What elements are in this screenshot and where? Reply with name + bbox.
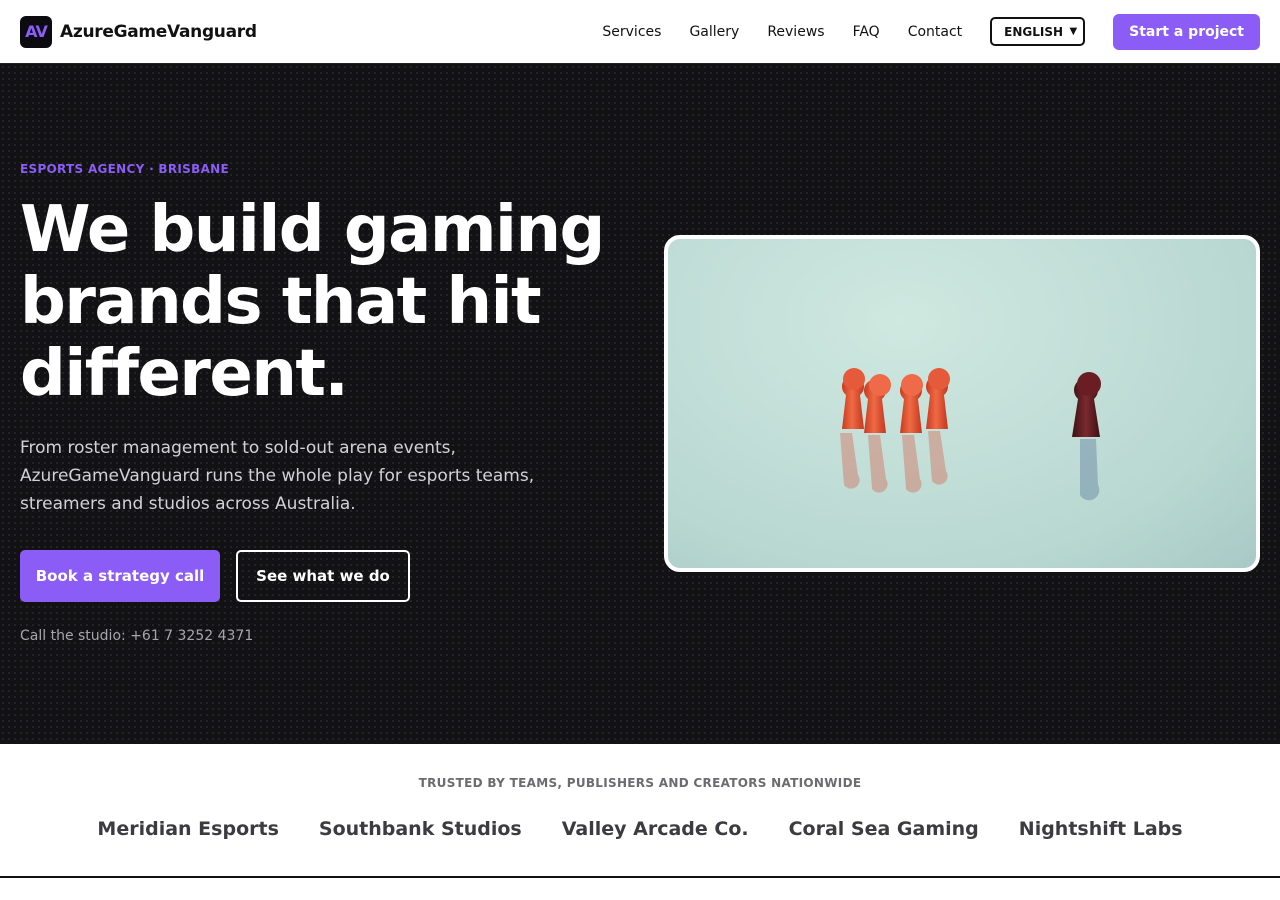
nav-links: Services Gallery Reviews FAQ Contact <box>602 24 962 40</box>
client-logo-row: Meridian Esports Southbank Studios Valle… <box>0 818 1280 840</box>
pawn-reflections <box>840 431 1100 501</box>
studio-phone[interactable]: Call the studio: +61 7 3252 4371 <box>20 628 253 644</box>
see-what-we-do-button[interactable]: See what we do <box>236 550 410 602</box>
hero-section: ESPORTS AGENCY · BRISBANE We build gamin… <box>0 64 1280 744</box>
nav-link-faq[interactable]: FAQ <box>853 24 880 40</box>
client-logo: Nightshift Labs <box>1018 818 1183 840</box>
client-logo: Coral Sea Gaming <box>788 818 979 840</box>
trusted-caption: TRUSTED BY TEAMS, PUBLISHERS AND CREATOR… <box>418 776 862 790</box>
start-project-button[interactable]: Start a project <box>1113 13 1260 50</box>
nav-link-reviews[interactable]: Reviews <box>767 24 824 40</box>
top-navbar: AV AzureGameVanguard Services Gallery Re… <box>0 0 1280 64</box>
chevron-down-icon: ▼ <box>1069 26 1078 37</box>
logo-mark[interactable]: AV <box>20 15 52 48</box>
pawns-illustration <box>840 368 1101 501</box>
hero-headline: We build gaming brands that hit differen… <box>20 193 605 411</box>
dark-pawn <box>1072 372 1101 437</box>
trusted-by-section: TRUSTED BY TEAMS, PUBLISHERS AND CREATOR… <box>0 744 1280 878</box>
language-select-value: ENGLISH <box>1004 24 1064 39</box>
client-logo: Valley Arcade Co. <box>561 818 749 840</box>
nav-link-gallery[interactable]: Gallery <box>689 24 739 40</box>
client-logo: Meridian Esports <box>97 818 279 840</box>
nav-link-contact[interactable]: Contact <box>908 24 962 40</box>
hero-subcopy: From roster management to sold-out arena… <box>20 438 535 514</box>
hero-eyebrow: ESPORTS AGENCY · BRISBANE <box>20 162 229 176</box>
brand-name[interactable]: AzureGameVanguard <box>60 22 257 42</box>
book-strategy-call-button[interactable]: Book a strategy call <box>20 550 220 602</box>
client-logo: Southbank Studios <box>318 818 522 840</box>
nav-link-services[interactable]: Services <box>602 24 661 40</box>
language-select[interactable]: ENGLISH ▼ <box>990 17 1086 46</box>
red-pawns <box>842 368 950 433</box>
hero-image <box>664 235 1260 572</box>
